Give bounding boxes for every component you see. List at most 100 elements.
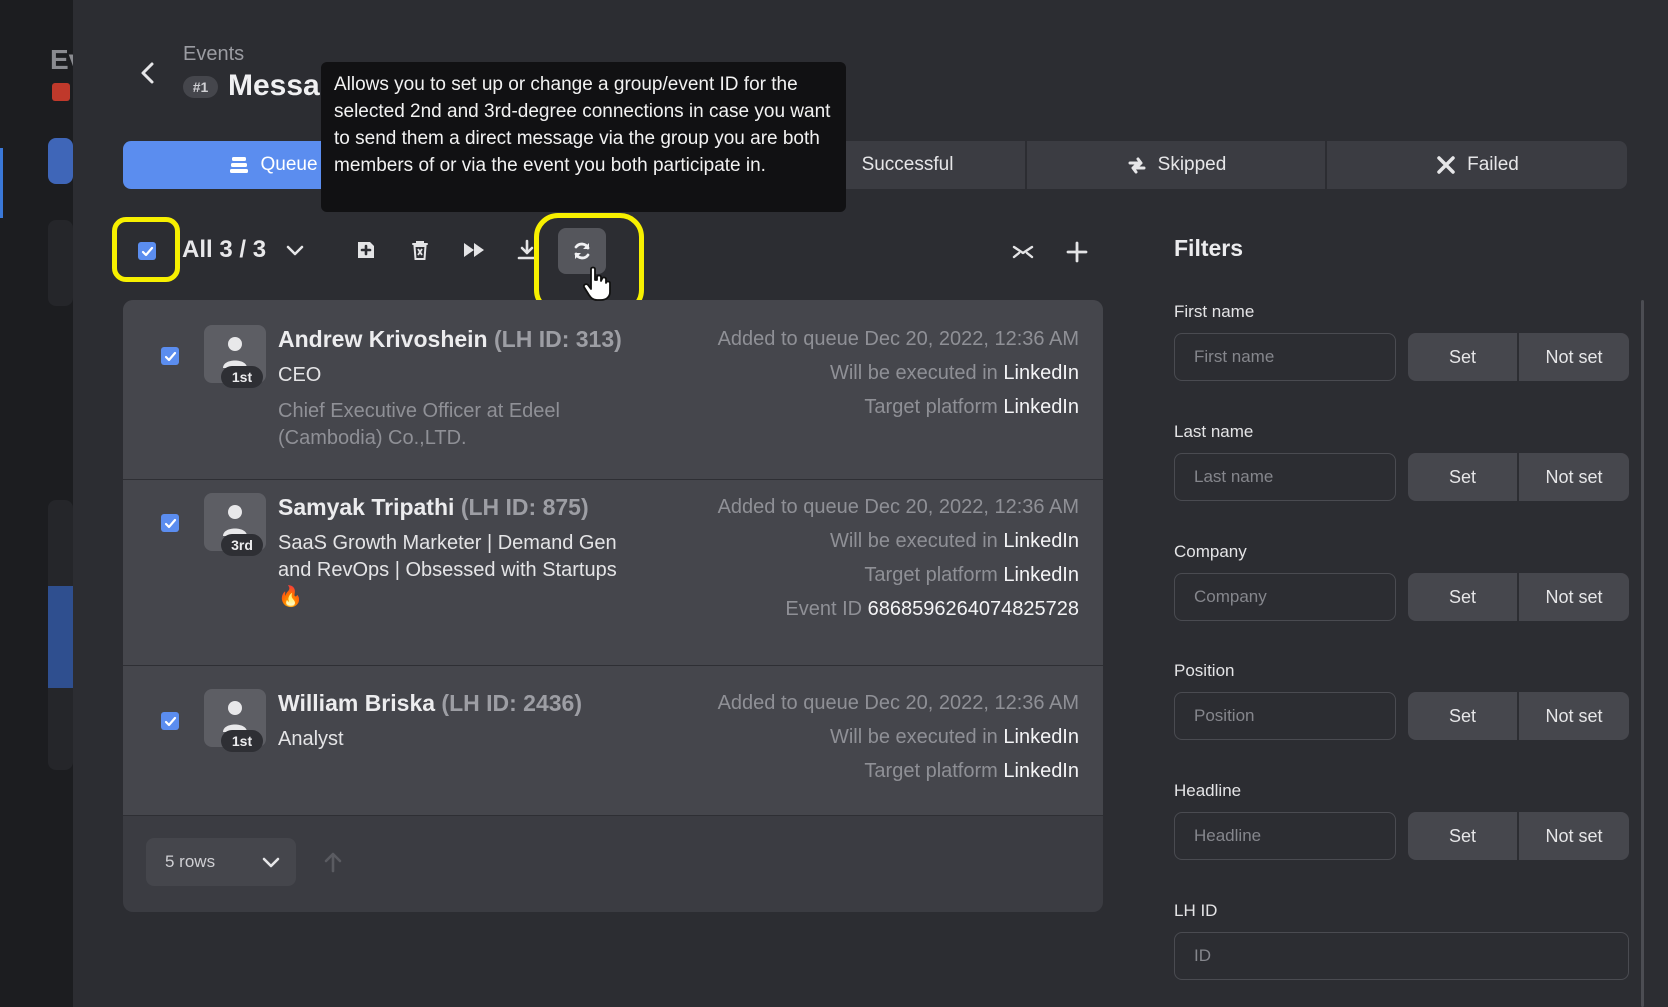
first-name-set-button[interactable]: Set — [1408, 333, 1517, 381]
checkmark-icon — [164, 716, 176, 726]
refresh-icon — [574, 242, 590, 260]
row-checkbox[interactable] — [161, 712, 179, 730]
filter-label-headline: Headline — [1174, 781, 1242, 800]
contact-position: Chief Executive Officer at Edeel (Cambod… — [278, 400, 560, 449]
first-name-not-set-button[interactable]: Not set — [1519, 333, 1629, 381]
last-name-not-set-button[interactable]: Not set — [1519, 453, 1629, 501]
tab-successful-label: Successful — [861, 154, 954, 175]
tab-failed[interactable]: Failed — [1327, 141, 1627, 189]
target-platform: Target platform LinkedIn — [864, 760, 1079, 783]
tab-skipped[interactable]: Skipped — [1027, 141, 1325, 189]
select-all-checkbox[interactable] — [138, 242, 156, 260]
background-button — [48, 138, 73, 184]
filter-label-position: Position — [1174, 661, 1235, 680]
contact-name[interactable]: Andrew Krivoshein (LH ID: 313) — [278, 326, 622, 353]
last-name-set-button[interactable]: Set — [1408, 453, 1517, 501]
position-set-button[interactable]: Set — [1408, 692, 1517, 740]
execution-platform: Will be executed in LinkedIn — [830, 362, 1079, 385]
platform-value: LinkedIn — [1003, 396, 1079, 418]
breadcrumb[interactable]: Events — [183, 43, 244, 66]
added-label: Added to queue — [717, 496, 859, 518]
rows-per-page-select[interactable]: 5 rows — [146, 838, 296, 886]
added-value: Dec 20, 2022, 12:36 AM — [864, 496, 1079, 518]
contact-headline: CEO — [278, 364, 322, 386]
contact-name-text: Andrew Krivoshein — [278, 326, 488, 352]
filter-label-first-name: First name — [1174, 302, 1255, 321]
position-not-set-button[interactable]: Not set — [1519, 692, 1629, 740]
executed-label: Will be executed in — [829, 362, 998, 384]
executed-label: Will be executed in — [829, 530, 998, 552]
checkmark-icon — [141, 246, 153, 256]
headline-not-set-button[interactable]: Not set — [1519, 812, 1629, 860]
headline-set-button[interactable]: Set — [1408, 812, 1517, 860]
hand-cursor-icon — [582, 266, 612, 302]
company-input[interactable] — [1174, 573, 1396, 621]
company-not-set-button[interactable]: Not set — [1519, 573, 1629, 621]
stack-icon — [230, 157, 249, 173]
arrow-up-icon — [324, 852, 342, 873]
page-title: Messages — [228, 69, 323, 102]
connection-degree-badge: 1st — [221, 366, 263, 388]
last-name-input[interactable] — [1174, 453, 1396, 501]
platform-label: Target platform — [864, 760, 998, 782]
tab-queue-label: Queue — [260, 154, 318, 175]
campaign-number-badge: #1 — [183, 76, 218, 98]
target-platform: Target platform LinkedIn — [864, 564, 1079, 587]
added-label: Added to queue — [717, 692, 859, 714]
added-to-queue: Added to queue Dec 20, 2022, 12:36 AM — [718, 496, 1079, 519]
filters-title: Filters — [1174, 235, 1244, 261]
list-item[interactable]: 1st William Briska (LH ID: 2436) Analyst… — [123, 666, 1103, 816]
contact-name-text: William Briska — [278, 690, 436, 716]
platform-label: Target platform — [864, 396, 998, 418]
add-icon — [358, 242, 374, 258]
filter-label-last-name: Last name — [1174, 422, 1254, 441]
contact-headline: Analyst — [278, 728, 344, 750]
platform-value: LinkedIn — [1003, 760, 1079, 782]
list-item[interactable]: 3rd Samyak Tripathi (LH ID: 875) SaaS Gr… — [123, 480, 1103, 666]
checkmark-icon — [164, 518, 176, 528]
contact-name[interactable]: William Briska (LH ID: 2436) — [278, 690, 582, 717]
execution-platform: Will be executed in LinkedIn — [830, 530, 1079, 553]
chevron-down-icon — [262, 857, 280, 868]
scroll-to-top-button[interactable] — [320, 849, 346, 875]
tab-skipped-label: Skipped — [1157, 154, 1227, 175]
filter-label-company: Company — [1174, 542, 1247, 561]
first-name-input[interactable] — [1174, 333, 1396, 381]
skip-arrows-icon — [1128, 157, 1146, 174]
delete-button[interactable] — [406, 236, 434, 264]
run-now-button[interactable] — [460, 236, 488, 264]
add-button[interactable] — [1063, 238, 1091, 266]
executed-value: LinkedIn — [1003, 726, 1079, 748]
chevron-down-icon — [286, 245, 304, 256]
back-button[interactable] — [136, 58, 160, 88]
close-icon — [1437, 156, 1455, 174]
added-label: Added to queue — [717, 328, 859, 350]
position-input[interactable] — [1174, 692, 1396, 740]
plus-icon — [1066, 241, 1088, 263]
fast-forward-icon — [464, 243, 484, 257]
executed-label: Will be executed in — [829, 726, 998, 748]
selection-dropdown-button[interactable] — [285, 241, 305, 261]
event-id-value: 6868596264074825728 — [867, 598, 1079, 620]
headline-input[interactable] — [1174, 812, 1396, 860]
list-item[interactable]: 1st Andrew Krivoshein (LH ID: 313) CEO C… — [123, 300, 1103, 480]
executed-value: LinkedIn — [1003, 530, 1079, 552]
target-platform: Target platform LinkedIn — [864, 396, 1079, 419]
collapse-icon — [1012, 245, 1034, 259]
selection-count: All 3 / 3 — [182, 236, 267, 263]
added-to-queue: Added to queue Dec 20, 2022, 12:36 AM — [718, 692, 1079, 715]
row-checkbox[interactable] — [161, 514, 179, 532]
event-id-label: Event ID — [785, 598, 863, 620]
connection-degree-badge: 3rd — [221, 534, 263, 556]
company-set-button[interactable]: Set — [1408, 573, 1517, 621]
filters-scrollbar[interactable] — [1641, 300, 1644, 1007]
background-status-dot — [52, 83, 70, 101]
lh-id-input[interactable] — [1174, 932, 1629, 980]
lh-id: (LH ID: 875) — [460, 494, 589, 520]
contact-name[interactable]: Samyak Tripathi (LH ID: 875) — [278, 494, 589, 521]
row-checkbox[interactable] — [161, 347, 179, 365]
collapse-button[interactable] — [1009, 238, 1037, 266]
queue-list: 1st Andrew Krivoshein (LH ID: 313) CEO C… — [123, 300, 1103, 912]
execution-platform: Will be executed in LinkedIn — [830, 726, 1079, 749]
add-to-queue-button[interactable] — [352, 236, 380, 264]
